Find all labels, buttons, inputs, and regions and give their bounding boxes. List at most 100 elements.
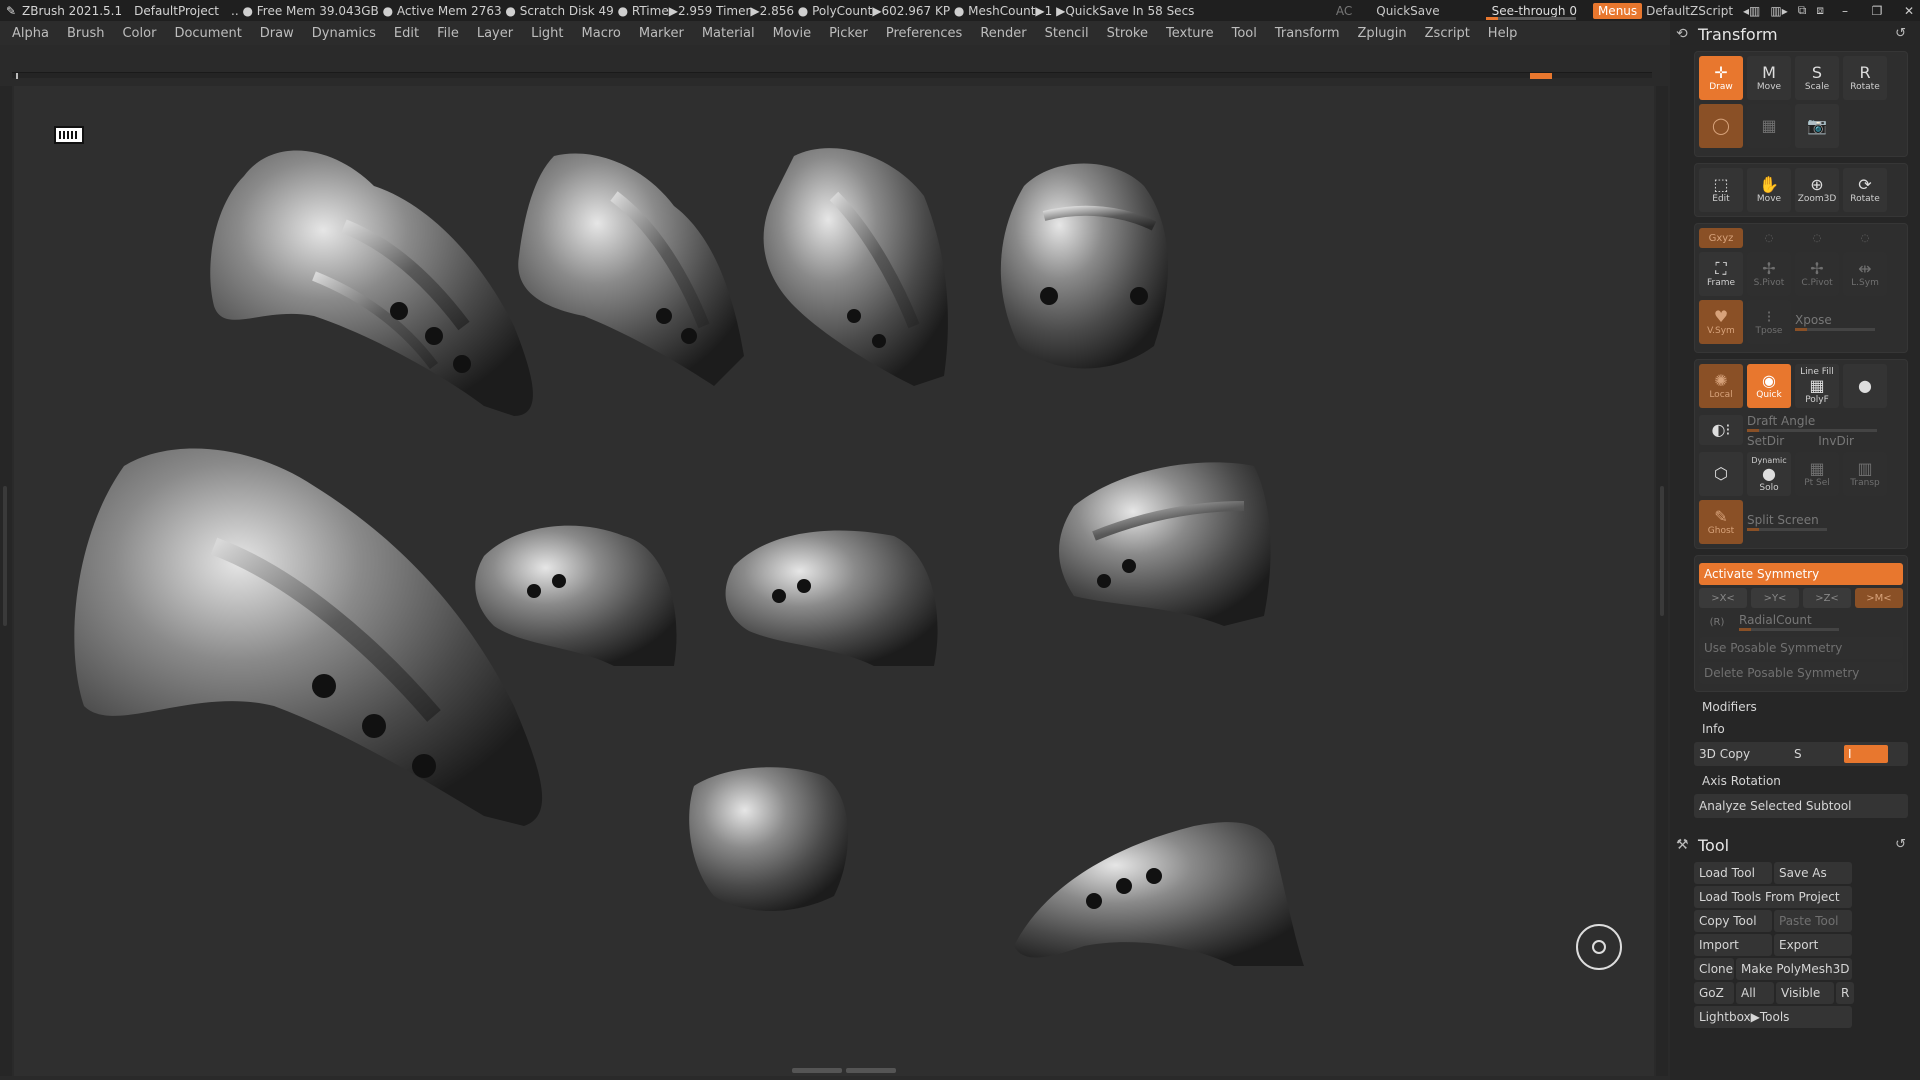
invdir-button[interactable]: InvDir [1818, 434, 1854, 448]
layout-right-icon[interactable]: ▥▸ [1770, 4, 1787, 18]
transform-palette-header[interactable]: ⟲ Transform ↺ [1670, 21, 1920, 47]
cube-icon[interactable]: ⬡ [1699, 452, 1743, 496]
ghost-button[interactable]: ✎ Ghost [1699, 500, 1743, 544]
menu-brush[interactable]: Brush [67, 26, 105, 41]
menu-zplugin[interactable]: Zplugin [1358, 26, 1407, 41]
split-screen-slider[interactable]: Split Screen [1747, 511, 1903, 533]
menu-layer[interactable]: Layer [477, 26, 513, 41]
lightbox-tools-button[interactable]: Lightbox▶Tools [1694, 1006, 1852, 1028]
palette-reset-icon[interactable]: ↺ [1895, 26, 1906, 41]
sphere-preview-button[interactable]: ● [1843, 364, 1887, 408]
material-sphere-button[interactable]: ◯ [1699, 104, 1743, 148]
menu-dynamics[interactable]: Dynamics [312, 26, 376, 41]
menu-zscript[interactable]: Zscript [1425, 26, 1470, 41]
menu-tool[interactable]: Tool [1232, 26, 1257, 41]
xyz-axis-button[interactable]: Gxyz [1699, 228, 1743, 248]
menu-render[interactable]: Render [980, 26, 1026, 41]
visible-button[interactable]: Visible [1776, 982, 1834, 1004]
symmetry-axis-z-button[interactable]: >Z< [1803, 588, 1851, 608]
snapshot-camera-button[interactable]: 📷 [1795, 104, 1839, 148]
c-pivot-button[interactable]: ✢ C.Pivot [1795, 252, 1839, 296]
z-axis-icon[interactable]: ◌ [1795, 228, 1839, 248]
axis-icon[interactable]: ◌ [1843, 228, 1887, 248]
quicksave-button[interactable]: QuickSave [1376, 4, 1439, 18]
activate-symmetry-button[interactable]: Activate Symmetry [1699, 563, 1903, 585]
window-layout-icon[interactable]: ⧉ [1798, 3, 1807, 18]
polyf-button[interactable]: Line Fill ▦ PolyF [1795, 364, 1839, 408]
menu-stroke[interactable]: Stroke [1107, 26, 1148, 41]
edit-object-button[interactable]: ▦ [1747, 104, 1791, 148]
local-button[interactable]: ✺ Local [1699, 364, 1743, 408]
r-button[interactable]: R [1836, 982, 1854, 1004]
tool-palette-header[interactable]: ⚒ Tool ↺ [1670, 832, 1920, 858]
menus-toggle-button[interactable]: Menus [1592, 2, 1643, 19]
clone-button[interactable]: Clone [1694, 958, 1734, 980]
analyze-selected-subtool-button[interactable]: Analyze Selected Subtool [1694, 794, 1908, 818]
maximize-icon[interactable]: ❐ [1866, 4, 1888, 18]
3d-copy-label[interactable]: 3D Copy [1694, 747, 1794, 761]
dock-icon[interactable]: ⧈ [1816, 3, 1824, 18]
menu-draw[interactable]: Draw [260, 26, 294, 41]
menu-file[interactable]: File [437, 26, 459, 41]
all-button[interactable]: All [1736, 982, 1774, 1004]
menu-help[interactable]: Help [1488, 26, 1518, 41]
draw-button[interactable]: ✛ Draw [1699, 56, 1743, 100]
menu-macro[interactable]: Macro [582, 26, 621, 41]
rotate-button[interactable]: ⟳ Rotate [1843, 168, 1887, 212]
frame-button[interactable]: ⛶ Frame [1699, 252, 1743, 296]
save-as-button[interactable]: Save As [1774, 862, 1852, 884]
load-tools-from-project-button[interactable]: Load Tools From Project [1694, 886, 1852, 908]
3d-copy-s-button[interactable]: S [1794, 747, 1844, 761]
minimize-icon[interactable]: – [1834, 4, 1856, 18]
make-polymesh3d-button[interactable]: Make PolyMesh3D [1736, 958, 1852, 980]
menu-marker[interactable]: Marker [639, 26, 684, 41]
symmetry-axis-y-button[interactable]: >Y< [1751, 588, 1799, 608]
y-axis-icon[interactable]: ◌ [1747, 228, 1791, 248]
zoom3d-button[interactable]: ⊕ Zoom3D [1795, 168, 1839, 212]
menu-color[interactable]: Color [122, 26, 156, 41]
axis-rotation-section[interactable]: Axis Rotation [1702, 774, 1920, 788]
setdir-button[interactable]: SetDir [1747, 434, 1784, 448]
draft-angle-slider[interactable]: Draft Angle [1747, 412, 1903, 434]
menu-preferences[interactable]: Preferences [886, 26, 962, 41]
default-zscript-button[interactable]: DefaultZScript [1646, 4, 1733, 18]
timeline-key-marker[interactable] [1530, 73, 1552, 79]
copy-tool-button[interactable]: Copy Tool [1694, 910, 1772, 932]
ptsel-button[interactable]: ▦ Pt Sel [1795, 452, 1839, 496]
tool-reset-icon[interactable]: ↺ [1895, 837, 1906, 852]
radial-count-slider[interactable]: RadialCount [1739, 611, 1903, 633]
menu-texture[interactable]: Texture [1166, 26, 1214, 41]
document-canvas[interactable] [14, 86, 1654, 1076]
menu-movie[interactable]: Movie [773, 26, 811, 41]
3d-copy-row[interactable]: 3D Copy S I [1694, 742, 1908, 766]
rotate-button[interactable]: R Rotate [1843, 56, 1887, 100]
transp-button[interactable]: ▥ Transp [1843, 452, 1887, 496]
menu-light[interactable]: Light [531, 26, 563, 41]
menu-edit[interactable]: Edit [394, 26, 419, 41]
l-sym-button[interactable]: ⇹ L.Sym [1843, 252, 1887, 296]
left-shelf-rail[interactable] [0, 86, 12, 1076]
use-posable-symmetry-button[interactable]: Use Posable Symmetry [1699, 637, 1903, 659]
edit-button[interactable]: ⬚ Edit [1699, 168, 1743, 212]
s-pivot-button[interactable]: ✢ S.Pivot [1747, 252, 1791, 296]
radial-r-button[interactable]: (R) [1699, 612, 1735, 632]
timeline-start-marker[interactable] [16, 73, 18, 79]
symmetry-axis-x-button[interactable]: >X< [1699, 588, 1747, 608]
move-button[interactable]: ✋ Move [1747, 168, 1791, 212]
right-shelf-rail[interactable] [1656, 86, 1668, 1076]
see-through-slider[interactable]: See-through 0 [1476, 4, 1583, 20]
vsym-button[interactable]: ♥ V.Sym [1699, 300, 1743, 344]
close-icon[interactable]: ✕ [1898, 4, 1920, 18]
quick-button[interactable]: ◉ Quick [1747, 364, 1791, 408]
solo-button[interactable]: Dynamic ● Solo [1747, 452, 1791, 496]
modifiers-section[interactable]: Modifiers [1702, 700, 1920, 714]
menu-transform[interactable]: Transform [1275, 26, 1340, 41]
load-tool-button[interactable]: Load Tool [1694, 862, 1772, 884]
delete-posable-symmetry-button[interactable]: Delete Posable Symmetry [1699, 662, 1903, 684]
3d-copy-i-button[interactable]: I [1844, 745, 1888, 763]
scale-button[interactable]: S Scale [1795, 56, 1839, 100]
info-section[interactable]: Info [1702, 722, 1920, 736]
import-button[interactable]: Import [1694, 934, 1772, 956]
symmetry-axis-m-button[interactable]: >M< [1855, 588, 1903, 608]
paste-tool-button[interactable]: Paste Tool [1774, 910, 1852, 932]
